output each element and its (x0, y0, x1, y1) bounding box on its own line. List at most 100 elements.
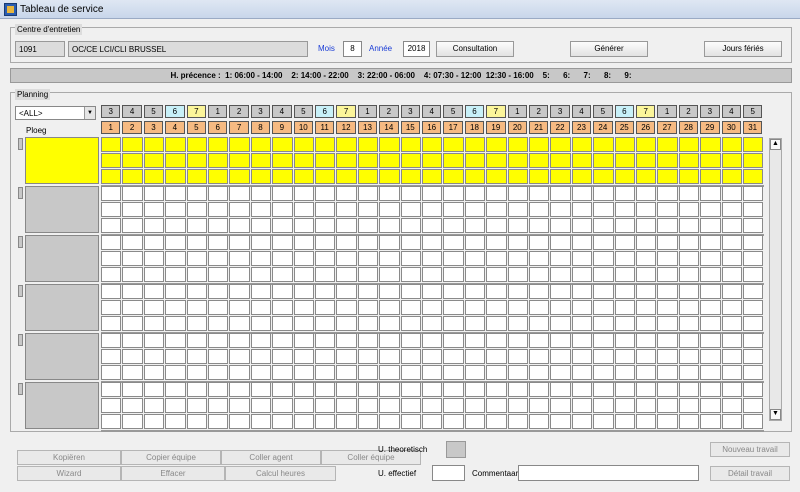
schedule-cell[interactable] (657, 267, 678, 282)
schedule-cell[interactable] (165, 153, 186, 168)
schedule-cell[interactable] (122, 218, 143, 233)
schedule-cell[interactable] (186, 235, 207, 250)
schedule-cell[interactable] (464, 235, 486, 250)
schedule-cell[interactable] (293, 218, 314, 233)
schedule-cell[interactable] (550, 267, 571, 282)
schedule-cell[interactable] (336, 382, 357, 397)
schedule-cell[interactable] (336, 251, 357, 266)
schedule-cell[interactable] (336, 267, 357, 282)
schedule-cell[interactable] (379, 398, 400, 413)
schedule-cell[interactable] (357, 251, 379, 266)
team-panel[interactable] (25, 333, 99, 380)
schedule-cell[interactable] (486, 365, 507, 380)
schedule-cell[interactable] (550, 382, 571, 397)
schedule-cell[interactable] (293, 251, 314, 266)
schedule-cell[interactable] (379, 414, 400, 429)
schedule-cell[interactable] (122, 333, 143, 348)
schedule-cell[interactable] (529, 202, 550, 217)
schedule-cell[interactable] (143, 169, 165, 184)
schedule-cell[interactable] (272, 300, 293, 315)
schedule-cell[interactable] (293, 267, 314, 282)
schedule-cell[interactable] (400, 251, 421, 266)
schedule-cell[interactable] (443, 251, 464, 266)
schedule-cell[interactable] (529, 169, 550, 184)
schedule-cell[interactable] (593, 284, 614, 299)
schedule-cell[interactable] (272, 251, 293, 266)
schedule-cell[interactable] (550, 349, 571, 364)
schedule-cell[interactable] (122, 235, 143, 250)
schedule-cell[interactable] (186, 365, 207, 380)
schedule-cell[interactable] (186, 218, 207, 233)
schedule-cell[interactable] (678, 300, 700, 315)
schedule-cell[interactable] (636, 186, 657, 201)
schedule-cell[interactable] (464, 333, 486, 348)
schedule-cell[interactable] (143, 218, 165, 233)
schedule-cell[interactable] (422, 349, 443, 364)
schedule-cell[interactable] (400, 284, 421, 299)
schedule-cell[interactable] (721, 316, 742, 331)
schedule-cell[interactable] (400, 235, 421, 250)
team-row-handle[interactable] (18, 187, 23, 199)
schedule-cell[interactable] (250, 169, 272, 184)
schedule-cell[interactable] (101, 382, 122, 397)
schedule-cell[interactable] (143, 414, 165, 429)
schedule-cell[interactable] (571, 398, 593, 413)
schedule-cell[interactable] (336, 333, 357, 348)
schedule-cell[interactable] (208, 284, 229, 299)
schedule-cell[interactable] (571, 365, 593, 380)
schedule-cell[interactable] (721, 414, 742, 429)
schedule-cell[interactable] (700, 333, 721, 348)
schedule-cell[interactable] (101, 398, 122, 413)
schedule-cell[interactable] (229, 186, 250, 201)
scroll-down-icon[interactable]: ▼ (770, 409, 781, 420)
schedule-cell[interactable] (721, 218, 742, 233)
schedule-cell[interactable] (250, 251, 272, 266)
schedule-cell[interactable] (293, 137, 314, 152)
schedule-cell[interactable] (293, 333, 314, 348)
schedule-cell[interactable] (379, 235, 400, 250)
schedule-cell[interactable] (315, 382, 336, 397)
schedule-cell[interactable] (422, 153, 443, 168)
schedule-cell[interactable] (315, 365, 336, 380)
schedule-cell[interactable] (464, 153, 486, 168)
schedule-cell[interactable] (357, 382, 379, 397)
schedule-cell[interactable] (122, 153, 143, 168)
schedule-cell[interactable] (593, 398, 614, 413)
schedule-cell[interactable] (657, 202, 678, 217)
schedule-cell[interactable] (272, 153, 293, 168)
schedule-cell[interactable] (186, 202, 207, 217)
schedule-cell[interactable] (507, 333, 528, 348)
schedule-cell[interactable] (678, 284, 700, 299)
schedule-cell[interactable] (443, 398, 464, 413)
schedule-cell[interactable] (529, 235, 550, 250)
schedule-cell[interactable] (550, 398, 571, 413)
detail-travail-button[interactable]: Détail travail (710, 466, 790, 481)
schedule-cell[interactable] (400, 398, 421, 413)
schedule-cell[interactable] (165, 333, 186, 348)
schedule-cell[interactable] (700, 284, 721, 299)
schedule-cell[interactable] (422, 169, 443, 184)
schedule-cell[interactable] (400, 267, 421, 282)
schedule-cell[interactable] (272, 218, 293, 233)
schedule-cell[interactable] (186, 284, 207, 299)
schedule-cell[interactable] (422, 186, 443, 201)
schedule-cell[interactable] (422, 284, 443, 299)
schedule-cell[interactable] (400, 316, 421, 331)
schedule-cell[interactable] (464, 316, 486, 331)
schedule-cell[interactable] (657, 414, 678, 429)
schedule-cell[interactable] (101, 365, 122, 380)
schedule-cell[interactable] (250, 349, 272, 364)
team-row-handle[interactable] (18, 236, 23, 248)
schedule-cell[interactable] (122, 186, 143, 201)
schedule-cell[interactable] (700, 267, 721, 282)
schedule-cell[interactable] (678, 186, 700, 201)
schedule-cell[interactable] (250, 153, 272, 168)
schedule-cell[interactable] (486, 333, 507, 348)
schedule-cell[interactable] (422, 333, 443, 348)
schedule-cell[interactable] (101, 153, 122, 168)
schedule-cell[interactable] (272, 365, 293, 380)
schedule-cell[interactable] (507, 414, 528, 429)
schedule-cell[interactable] (229, 218, 250, 233)
schedule-cell[interactable] (571, 137, 593, 152)
schedule-cell[interactable] (678, 267, 700, 282)
